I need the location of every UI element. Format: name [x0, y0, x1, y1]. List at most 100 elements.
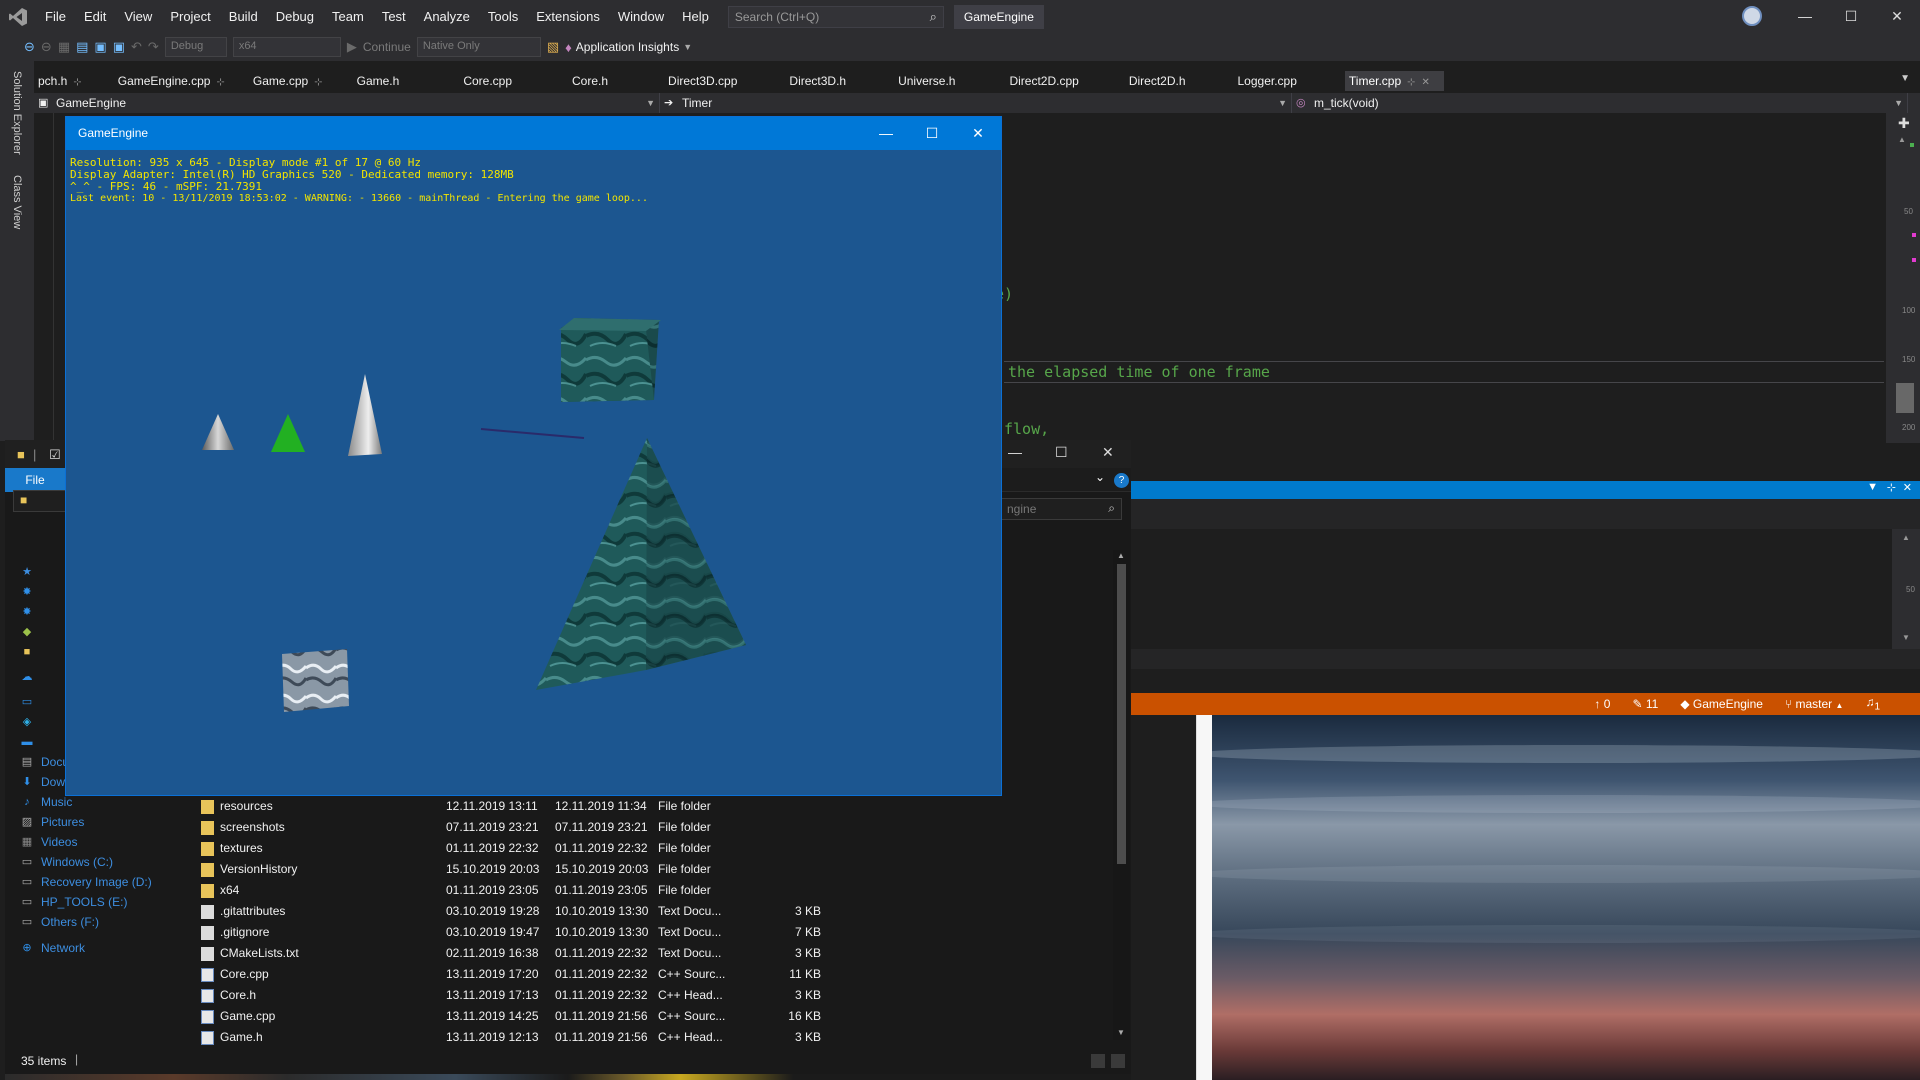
pin-icon[interactable]: ⊹ [314, 77, 322, 88]
tab-direct3d-h[interactable]: Direct3D.h [785, 71, 860, 91]
menu-edit[interactable]: Edit [75, 0, 115, 33]
scroll-down-icon[interactable]: ▼ [1902, 633, 1910, 642]
scroll-up-icon[interactable]: ▲ [1117, 551, 1125, 560]
nav-hp-tools-e[interactable]: ▭ HP_TOOLS (E:) [20, 895, 128, 909]
explorer-search-input[interactable]: ngine ⌕ [1000, 498, 1122, 520]
maximize-icon[interactable]: ☐ [909, 117, 955, 150]
menu-file[interactable]: File [36, 0, 75, 33]
nav-recovery-d[interactable]: ▭ Recovery Image (D:) [20, 875, 152, 889]
nav-pinned-4[interactable]: ■ [20, 645, 34, 659]
scrollbar-thumb[interactable] [1896, 383, 1914, 413]
menu-team[interactable]: Team [323, 0, 373, 33]
nav-pinned-3[interactable]: ◆ [20, 625, 34, 639]
minimize-icon[interactable]: — [863, 117, 909, 150]
tab-core-cpp[interactable]: Core.cpp [459, 71, 526, 91]
file-row[interactable]: x64 01.11.2019 23:05 01.11.2019 23:05 File … [185, 880, 1115, 901]
properties-icon[interactable]: ☑ [49, 447, 61, 463]
help-icon[interactable]: ? [1114, 473, 1129, 488]
nav-quick-access[interactable]: ★ [20, 565, 34, 579]
project-scope-dropdown[interactable]: ▣ GameEngine ▼ [34, 93, 660, 113]
game-render-canvas[interactable]: Resolution: 935 x 645 - Display mode #1 … [66, 150, 1001, 795]
user-avatar-icon[interactable] [1742, 6, 1762, 26]
pin-icon[interactable]: ⊹ [1407, 77, 1415, 88]
menu-project[interactable]: Project [161, 0, 219, 33]
file-row[interactable]: Core.h 13.11.2019 17:13 01.11.2019 22:32 C+… [185, 985, 1115, 1006]
scroll-up-icon[interactable]: ▲ [1898, 135, 1906, 144]
continue-play-icon[interactable]: ▶ [347, 39, 357, 55]
repository-indicator[interactable]: ◆ GameEngine [1680, 697, 1763, 711]
split-editor-icon[interactable]: ✚ [1898, 115, 1910, 132]
game-titlebar[interactable]: GameEngine — ☐ ✕ [66, 117, 1001, 150]
scrollbar-thumb[interactable] [1117, 564, 1126, 864]
file-row[interactable]: CMakeLists.txt 02.11.2019 16:38 01.11.2019… [185, 943, 1115, 964]
undo-icon[interactable]: ↶ [131, 39, 142, 55]
pin-icon[interactable]: ⊹ [1887, 481, 1896, 494]
file-row[interactable]: .gitignore 03.10.2019 19:47 10.10.2019 13:… [185, 922, 1115, 943]
tool-window-scrollbar[interactable]: ▲ 50 ▼ [1892, 529, 1920, 649]
notifications-indicator[interactable]: ♫1 [1865, 695, 1880, 712]
expand-ribbon-chevron-icon[interactable]: ⌄ [1095, 470, 1105, 484]
nav-pinned-2[interactable]: ✸ [20, 605, 34, 619]
menu-debug[interactable]: Debug [267, 0, 323, 33]
member-dropdown[interactable]: ◎ m_tick(void) ▼ [1292, 93, 1908, 113]
file-row[interactable]: resources 12.11.2019 13:11 12.11.2019 11:3… [185, 796, 1115, 817]
menu-tools[interactable]: Tools [479, 0, 527, 33]
close-icon[interactable]: ✕ [1874, 0, 1920, 33]
chevron-down-icon[interactable]: ▼ [1867, 481, 1878, 493]
file-row[interactable]: Game.h 13.11.2019 12:13 01.11.2019 21:56 C+… [185, 1027, 1115, 1048]
pin-icon[interactable]: ⊹ [216, 77, 224, 88]
tab-game-cpp[interactable]: Game.cpp ⊹ [249, 71, 337, 91]
pending-changes-indicator[interactable]: ✎ 11 [1632, 697, 1658, 711]
close-icon[interactable]: ✕ [955, 117, 1001, 150]
menu-analyze[interactable]: Analyze [415, 0, 479, 33]
configuration-dropdown[interactable]: Debug [164, 37, 227, 57]
close-icon[interactable]: ✕ [1903, 481, 1912, 494]
solution-explorer-tab[interactable]: Solution Explorer [11, 71, 23, 155]
file-list-scrollbar[interactable]: ▲ ▼ [1113, 550, 1130, 1040]
nav-music[interactable]: ♪ Music [20, 795, 72, 809]
vs-search-box[interactable]: Search (Ctrl+Q) ⌕ [727, 5, 944, 28]
minimize-icon[interactable]: — [1782, 0, 1828, 33]
nav-pinned-1[interactable]: ✸ [20, 585, 34, 599]
details-view-icon[interactable] [1091, 1054, 1105, 1068]
menu-build[interactable]: Build [220, 0, 267, 33]
open-file-icon[interactable]: ▤ [76, 39, 88, 55]
pin-icon[interactable]: ⊹ [73, 77, 81, 88]
nav-windows-c[interactable]: ▭ Windows (C:) [20, 855, 113, 869]
tab-direct2d-h[interactable]: Direct2D.h [1125, 71, 1200, 91]
save-all-icon[interactable]: ▣ [113, 39, 125, 55]
nav-pictures[interactable]: ▨ Pictures [20, 815, 85, 829]
file-row[interactable]: VersionHistory 15.10.2019 20:03 15.10.2019… [185, 859, 1115, 880]
menu-help[interactable]: Help [673, 0, 718, 33]
debugger-dropdown[interactable]: Native Only [416, 37, 541, 57]
tab-gameengine-cpp[interactable]: GameEngine.cpp ⊹ [114, 71, 239, 91]
nav-others-f[interactable]: ▭ Others (F:) [20, 915, 99, 929]
tab-pch-h[interactable]: pch.h ⊹ [34, 71, 96, 91]
nav-onedrive[interactable]: ☁ [20, 670, 34, 684]
platform-dropdown[interactable]: x64 [232, 37, 341, 57]
menu-window[interactable]: Window [609, 0, 673, 33]
large-icons-view-icon[interactable] [1111, 1054, 1125, 1068]
menu-test[interactable]: Test [373, 0, 415, 33]
file-menu-tab[interactable]: File [5, 468, 65, 492]
forward-nav-icon[interactable]: ⊖ [41, 39, 52, 55]
branch-indicator[interactable]: ⑂ master ▲ [1785, 697, 1844, 711]
scroll-up-icon[interactable]: ▲ [1902, 533, 1910, 542]
application-insights-button[interactable]: ♦ Application Insights ▼ [565, 40, 692, 55]
close-icon[interactable]: ✕ [1102, 444, 1114, 461]
browse-icon[interactable]: ▧ [547, 39, 559, 55]
save-icon[interactable]: ▣ [94, 39, 106, 55]
nav-3d-objects[interactable]: ◈ [20, 715, 34, 729]
file-row[interactable]: Game.cpp 13.11.2019 14:25 01.11.2019 21:56… [185, 1006, 1115, 1027]
continue-button[interactable]: Continue [363, 40, 411, 54]
back-nav-icon[interactable]: ⊖ [24, 39, 35, 55]
tab-timer-cpp[interactable]: Timer.cpp ⊹ ✕ [1344, 71, 1444, 91]
tool-window-titlebar[interactable]: ▼ ⊹ ✕ [1130, 481, 1920, 499]
redo-icon[interactable]: ↷ [148, 39, 159, 55]
nav-desktop[interactable]: ▬ [20, 735, 34, 749]
file-row[interactable]: Core.cpp 13.11.2019 17:20 01.11.2019 22:32… [185, 964, 1115, 985]
tab-direct2d-cpp[interactable]: Direct2D.cpp [1005, 71, 1092, 91]
file-row[interactable]: screenshots 07.11.2019 23:21 07.11.2019 23… [185, 817, 1115, 838]
new-project-icon[interactable]: ▦ [58, 39, 70, 55]
pending-push-indicator[interactable]: ↑ 0 [1594, 697, 1610, 711]
